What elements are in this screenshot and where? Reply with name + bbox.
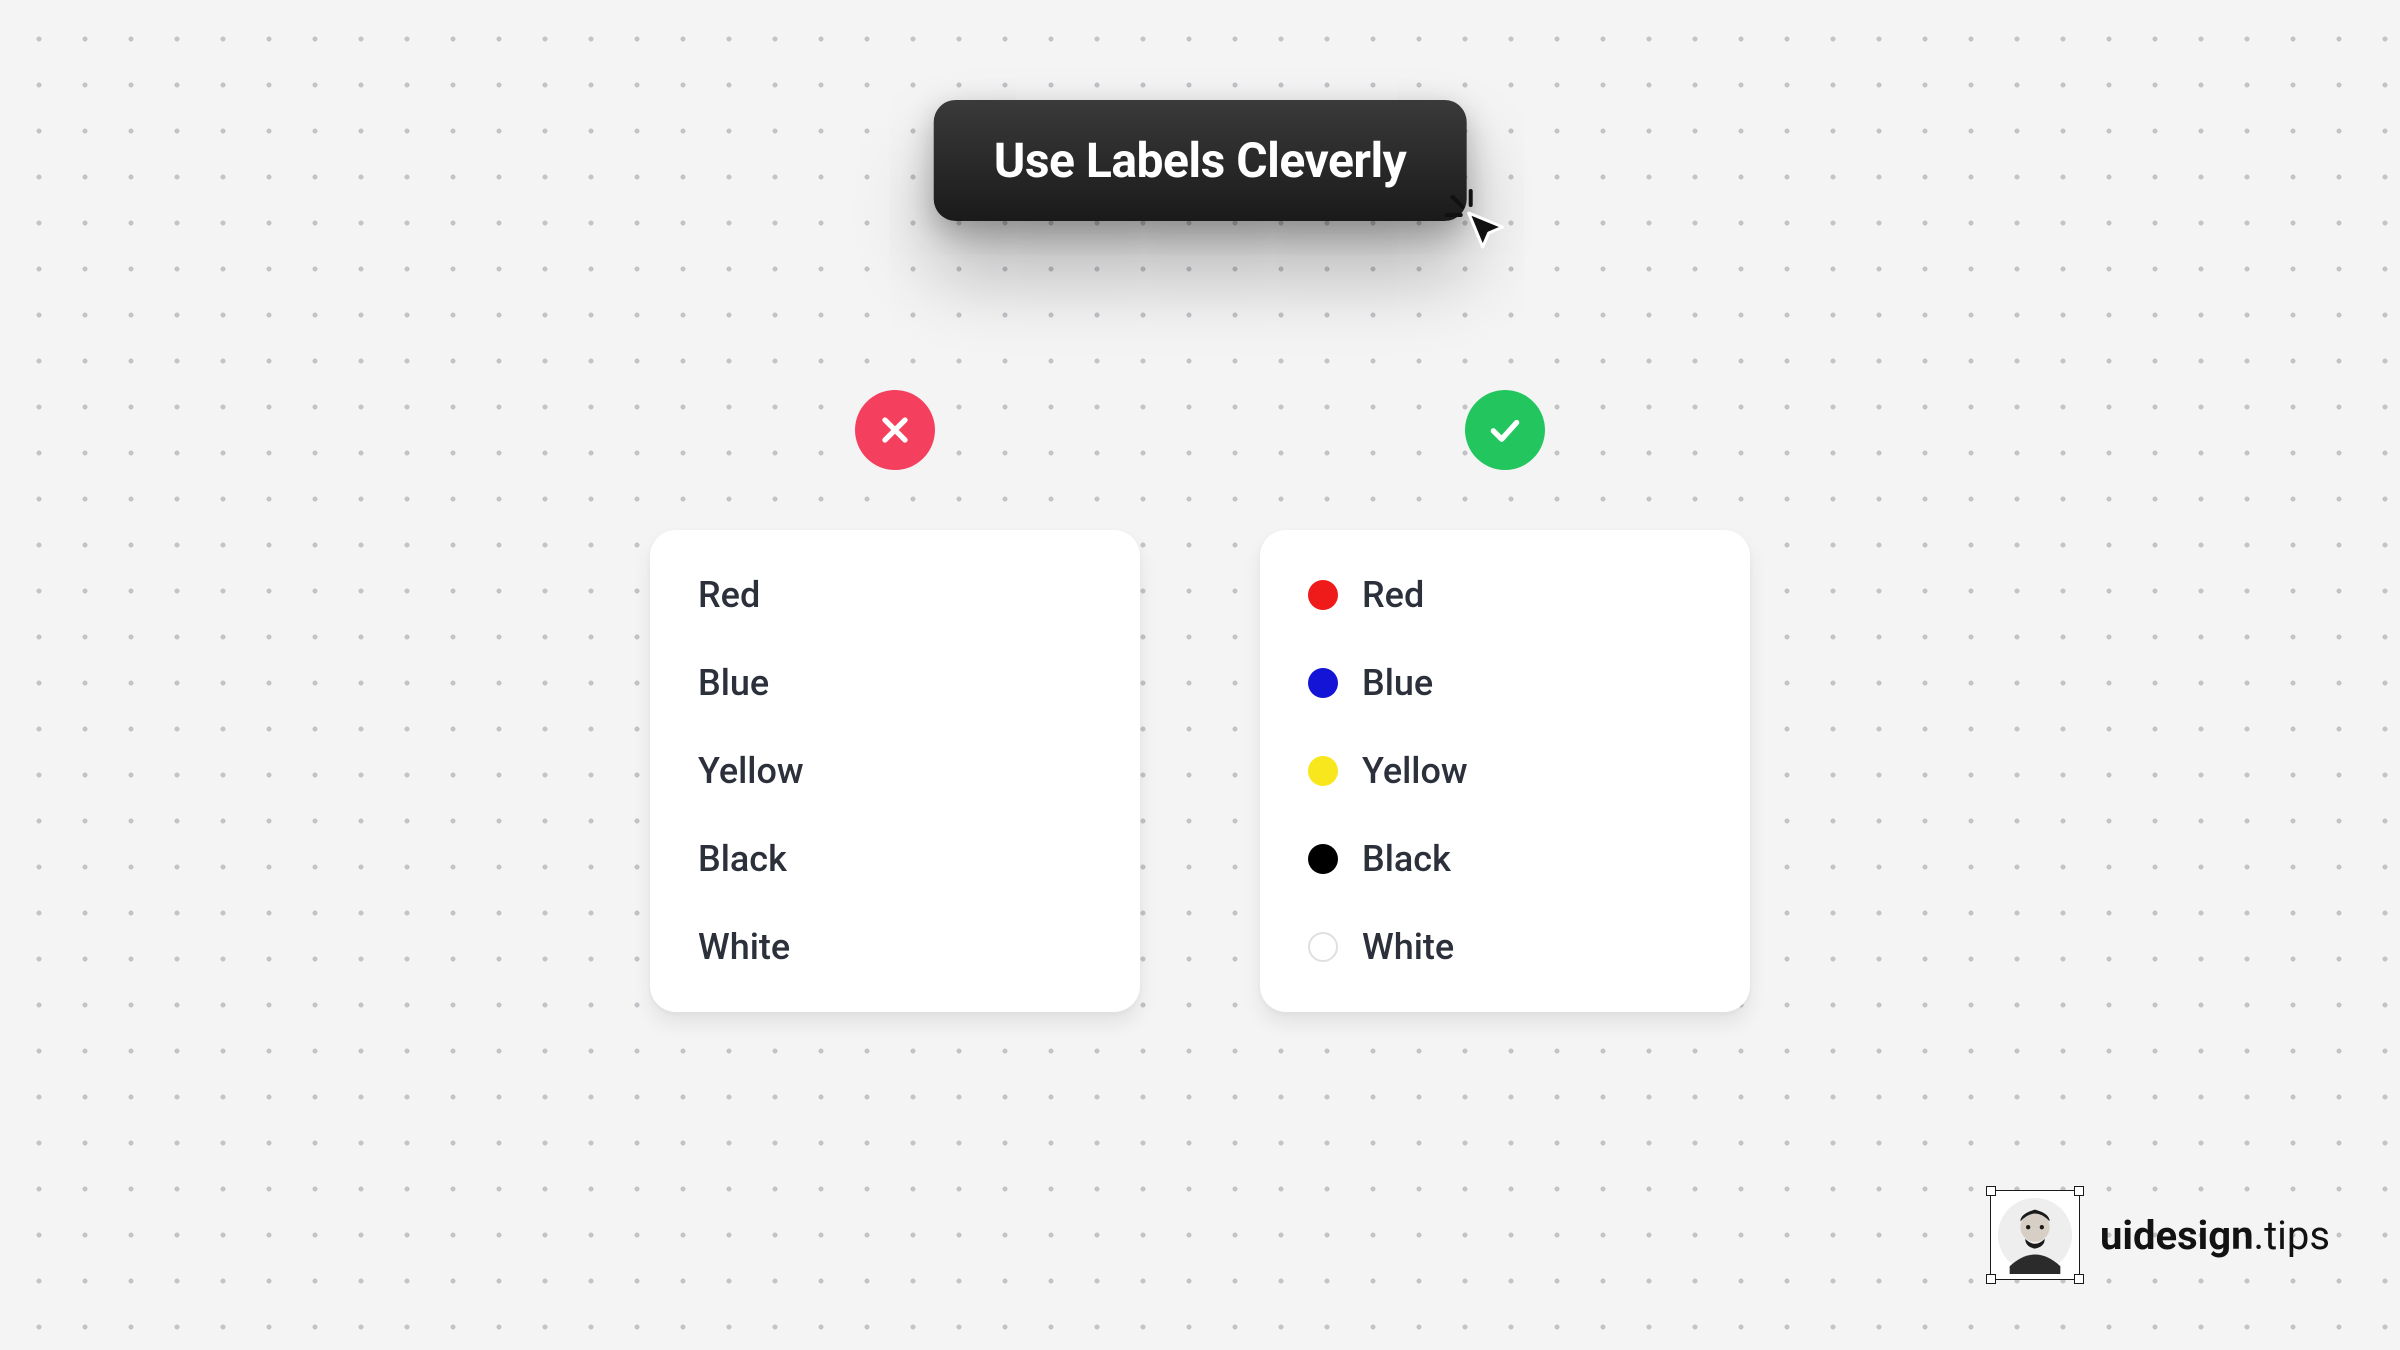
list-item[interactable]: Black (698, 838, 1092, 880)
list-item[interactable]: White (1308, 926, 1702, 968)
color-swatch-icon (1308, 756, 1338, 786)
list-item[interactable]: Yellow (1308, 750, 1702, 792)
title-chip: Use Labels Cleverly (934, 100, 1467, 221)
comparison-row: Red Blue Yellow Black White Red Blue Yel… (650, 390, 1750, 1012)
color-label: Yellow (698, 750, 804, 792)
color-label: Yellow (1362, 750, 1468, 792)
color-label: Red (1362, 574, 1424, 616)
brand-rest: .tips (2254, 1212, 2330, 1259)
list-item[interactable]: Red (1308, 574, 1702, 616)
list-item[interactable]: Blue (698, 662, 1092, 704)
color-swatch-icon (1308, 844, 1338, 874)
good-column: Red Blue Yellow Black White (1260, 390, 1750, 1012)
list-item[interactable]: Red (698, 574, 1092, 616)
check-icon (1465, 390, 1545, 470)
bad-card: Red Blue Yellow Black White (650, 530, 1140, 1012)
avatar-selection-frame (1990, 1190, 2080, 1280)
color-label: Red (698, 574, 760, 616)
list-item[interactable]: Blue (1308, 662, 1702, 704)
color-swatch-icon (1308, 932, 1338, 962)
list-item[interactable]: Yellow (698, 750, 1092, 792)
click-cursor-icon (1440, 185, 1510, 255)
good-card: Red Blue Yellow Black White (1260, 530, 1750, 1012)
brand-bold: uidesign (2100, 1212, 2254, 1259)
color-swatch-icon (1308, 580, 1338, 610)
color-label: White (1362, 926, 1454, 968)
brand-text: uidesign.tips (2100, 1212, 2330, 1259)
cross-icon (855, 390, 935, 470)
color-label: Blue (1362, 662, 1433, 704)
color-label: Blue (698, 662, 769, 704)
bad-column: Red Blue Yellow Black White (650, 390, 1140, 1012)
list-item[interactable]: Black (1308, 838, 1702, 880)
color-label: Black (698, 838, 787, 880)
title-text: Use Labels Cleverly (994, 132, 1407, 189)
color-label: White (698, 926, 790, 968)
list-item[interactable]: White (698, 926, 1092, 968)
color-label: Black (1362, 838, 1451, 880)
attribution: uidesign.tips (1990, 1190, 2330, 1280)
color-swatch-icon (1308, 668, 1338, 698)
